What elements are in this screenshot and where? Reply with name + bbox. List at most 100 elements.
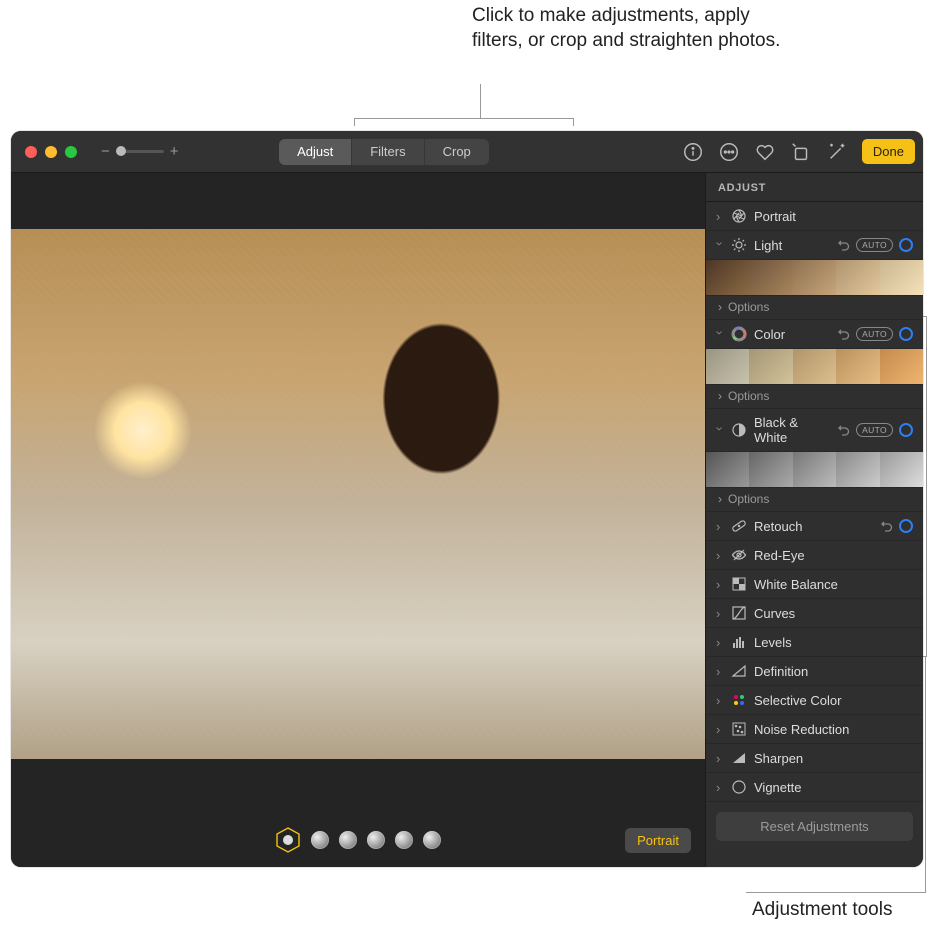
light-thumb[interactable] xyxy=(880,260,923,295)
adjustment-light[interactable]: › Light AUTO xyxy=(706,231,923,260)
chevron-right-icon: › xyxy=(716,751,724,766)
window-controls xyxy=(25,146,77,158)
chevron-down-icon: › xyxy=(713,330,728,338)
light-thumb[interactable] xyxy=(836,260,879,295)
bw-thumb[interactable] xyxy=(880,452,923,487)
light-options[interactable]: › Options xyxy=(706,296,923,320)
adjustment-label: Black & White xyxy=(754,415,831,445)
chevron-right-icon: › xyxy=(716,722,724,737)
auto-enhance-wand-icon[interactable] xyxy=(826,141,848,163)
info-icon[interactable] xyxy=(682,141,704,163)
adjustment-retouch[interactable]: › Retouch xyxy=(706,512,923,541)
toolbar: − + Adjust Filters Crop Do xyxy=(11,131,923,173)
adjustment-curves[interactable]: › Curves xyxy=(706,599,923,628)
adjustment-label: White Balance xyxy=(754,577,913,592)
zoom-in-icon[interactable]: + xyxy=(170,143,179,160)
eye-slash-icon xyxy=(731,547,747,563)
adjustment-levels[interactable]: › Levels xyxy=(706,628,923,657)
color-thumbnail-strip[interactable] xyxy=(706,349,923,385)
undo-icon[interactable] xyxy=(881,520,893,532)
bw-thumbnail-strip[interactable] xyxy=(706,452,923,488)
adjustment-dial-icon[interactable] xyxy=(899,423,913,437)
tab-crop[interactable]: Crop xyxy=(425,139,489,165)
rotate-icon[interactable] xyxy=(790,141,812,163)
color-thumb[interactable] xyxy=(706,349,749,384)
chevron-right-icon: › xyxy=(716,548,724,563)
lighting-contour-icon[interactable] xyxy=(339,831,357,849)
bw-thumb[interactable] xyxy=(793,452,836,487)
bw-thumb[interactable] xyxy=(706,452,749,487)
light-thumb[interactable] xyxy=(706,260,749,295)
curves-icon xyxy=(731,605,747,621)
done-button[interactable]: Done xyxy=(862,139,915,164)
circle-icon xyxy=(731,779,747,795)
color-options[interactable]: › Options xyxy=(706,385,923,409)
bw-options[interactable]: › Options xyxy=(706,488,923,512)
lighting-highkey-mono-icon[interactable] xyxy=(423,831,441,849)
chevron-right-icon: › xyxy=(716,664,724,679)
color-thumb[interactable] xyxy=(836,349,879,384)
lighting-stage-icon[interactable] xyxy=(367,831,385,849)
fullscreen-window-button[interactable] xyxy=(65,146,77,158)
options-label: Options xyxy=(728,389,769,403)
callout-line xyxy=(925,656,926,892)
adjustment-sharpen[interactable]: › Sharpen xyxy=(706,744,923,773)
adjustment-vignette[interactable]: › Vignette xyxy=(706,773,923,802)
undo-icon[interactable] xyxy=(838,424,850,436)
adjust-sidebar: ADJUST › Portrait › Light AUTO xyxy=(705,173,923,867)
adjustment-white-balance[interactable]: › White Balance xyxy=(706,570,923,599)
minimize-window-button[interactable] xyxy=(45,146,57,158)
light-thumbnail-strip[interactable] xyxy=(706,260,923,296)
auto-button[interactable]: AUTO xyxy=(856,238,893,252)
undo-icon[interactable] xyxy=(838,328,850,340)
bw-thumb[interactable] xyxy=(836,452,879,487)
edit-mode-segmented: Adjust Filters Crop xyxy=(279,139,489,165)
adjustment-dial-icon[interactable] xyxy=(899,238,913,252)
sidebar-header: ADJUST xyxy=(706,173,923,202)
adjustment-color[interactable]: › Color AUTO xyxy=(706,320,923,349)
zoom-out-icon[interactable]: − xyxy=(101,143,110,160)
color-thumb[interactable] xyxy=(749,349,792,384)
callout-line xyxy=(480,84,481,118)
color-thumb[interactable] xyxy=(793,349,836,384)
adjustment-selective-color[interactable]: › Selective Color xyxy=(706,686,923,715)
reset-adjustments-button[interactable]: Reset Adjustments xyxy=(716,812,913,841)
tab-filters[interactable]: Filters xyxy=(352,139,424,165)
adjustment-label: Portrait xyxy=(754,209,913,224)
adjustment-label: Noise Reduction xyxy=(754,722,913,737)
adjustment-portrait[interactable]: › Portrait xyxy=(706,202,923,231)
portrait-mode-button[interactable]: Portrait xyxy=(625,828,691,853)
adjustment-noise-reduction[interactable]: › Noise Reduction xyxy=(706,715,923,744)
color-thumb[interactable] xyxy=(880,349,923,384)
zoom-slider[interactable] xyxy=(116,150,164,153)
adjustment-bw[interactable]: › Black & White AUTO xyxy=(706,409,923,452)
more-icon[interactable] xyxy=(718,141,740,163)
adjustment-label: Curves xyxy=(754,606,913,621)
adjustment-label: Sharpen xyxy=(754,751,913,766)
tab-adjust[interactable]: Adjust xyxy=(279,139,352,165)
close-window-button[interactable] xyxy=(25,146,37,158)
callout-line xyxy=(354,118,355,126)
lighting-natural-icon[interactable] xyxy=(275,827,301,853)
color-dots-icon xyxy=(731,692,747,708)
light-thumb[interactable] xyxy=(793,260,836,295)
callout-bottom: Adjustment tools xyxy=(752,898,892,923)
adjustment-definition[interactable]: › Definition xyxy=(706,657,923,686)
lighting-studio-icon[interactable] xyxy=(311,831,329,849)
undo-icon[interactable] xyxy=(838,239,850,251)
bw-thumb[interactable] xyxy=(749,452,792,487)
photos-app-window: − + Adjust Filters Crop Do xyxy=(11,131,923,867)
lighting-stage-mono-icon[interactable] xyxy=(395,831,413,849)
adjustment-dial-icon[interactable] xyxy=(899,519,913,533)
chevron-right-icon: › xyxy=(716,693,724,708)
adjustment-dial-icon[interactable] xyxy=(899,327,913,341)
favorite-heart-icon[interactable] xyxy=(754,141,776,163)
auto-button[interactable]: AUTO xyxy=(856,423,893,437)
photo-preview[interactable] xyxy=(11,229,705,759)
bottom-strip: Portrait xyxy=(11,775,705,867)
triangle-icon xyxy=(731,663,747,679)
adjustment-redeye[interactable]: › Red-Eye xyxy=(706,541,923,570)
chevron-right-icon: › xyxy=(718,492,722,506)
auto-button[interactable]: AUTO xyxy=(856,327,893,341)
light-thumb[interactable] xyxy=(749,260,792,295)
